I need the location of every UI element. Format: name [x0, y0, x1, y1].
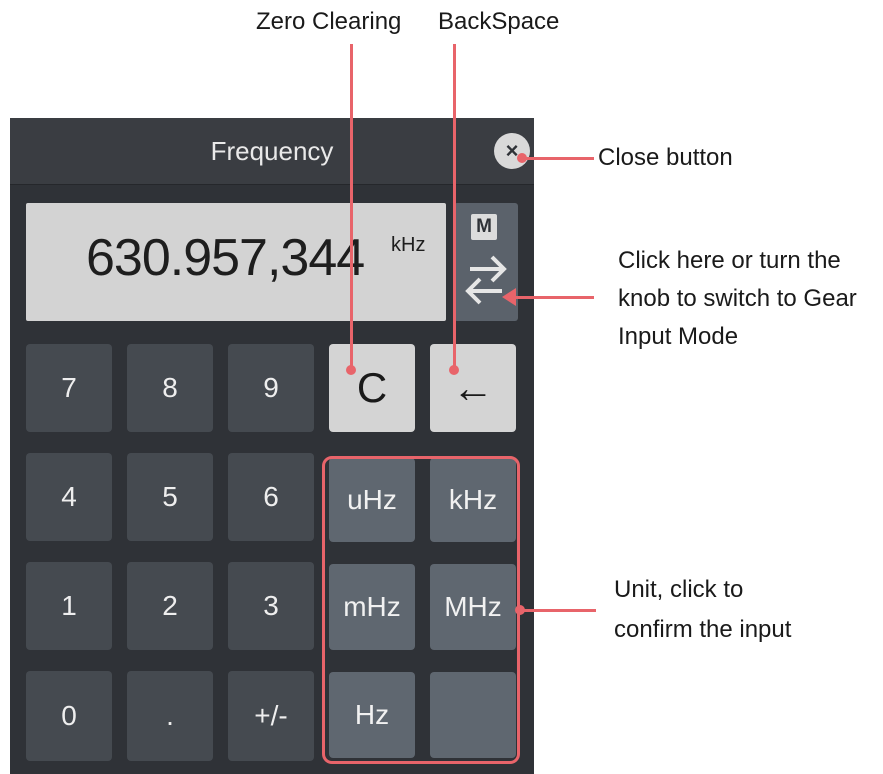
close-dot	[517, 153, 527, 163]
backspace-button[interactable]: ←	[430, 344, 516, 432]
zero-clear-button[interactable]: C	[329, 344, 415, 432]
zero-clearing-leader	[350, 44, 353, 370]
close-button-label: Close button	[598, 144, 733, 171]
key-6[interactable]: 6	[228, 453, 314, 541]
key-5[interactable]: 5	[127, 453, 213, 541]
mode-m-label: M	[471, 214, 497, 240]
key-3[interactable]: 3	[228, 562, 314, 650]
frequency-value: 630.957,344	[86, 229, 365, 287]
mode-arrow-icon	[502, 288, 516, 306]
key-9[interactable]: 9	[228, 344, 314, 432]
key-7[interactable]: 7	[26, 344, 112, 432]
zero-clearing-label: Zero Clearing	[256, 8, 402, 35]
close-button[interactable]: ×	[494, 133, 530, 169]
mode-hint-line2: knob to switch to Gear	[618, 285, 857, 312]
backspace-dot	[449, 365, 459, 375]
key-1[interactable]: 1	[26, 562, 112, 650]
close-leader	[522, 157, 594, 160]
mode-hint-line3: Input Mode	[618, 323, 739, 350]
mode-leader	[516, 296, 594, 299]
key-2[interactable]: 2	[127, 562, 213, 650]
frequency-unit: kHz	[391, 234, 426, 256]
key-8[interactable]: 8	[127, 344, 213, 432]
unit-hint-line2: confirm the input	[614, 616, 792, 643]
key-4[interactable]: 4	[26, 453, 112, 541]
key-decimal[interactable]: .	[127, 671, 213, 761]
key-sign[interactable]: +/-	[228, 671, 314, 761]
unit-dot	[515, 605, 525, 615]
backspace-leader	[453, 44, 456, 370]
key-0[interactable]: 0	[26, 671, 112, 761]
unit-leader	[520, 609, 596, 612]
unit-hint-line1: Unit, click to	[614, 576, 744, 603]
value-display: 630.957,344 kHz	[26, 203, 446, 321]
backspace-label: BackSpace	[438, 8, 560, 35]
zero-clearing-dot	[346, 365, 356, 375]
unit-group-outline	[322, 456, 520, 764]
mode-hint-line1: Click here or turn the	[618, 247, 841, 274]
